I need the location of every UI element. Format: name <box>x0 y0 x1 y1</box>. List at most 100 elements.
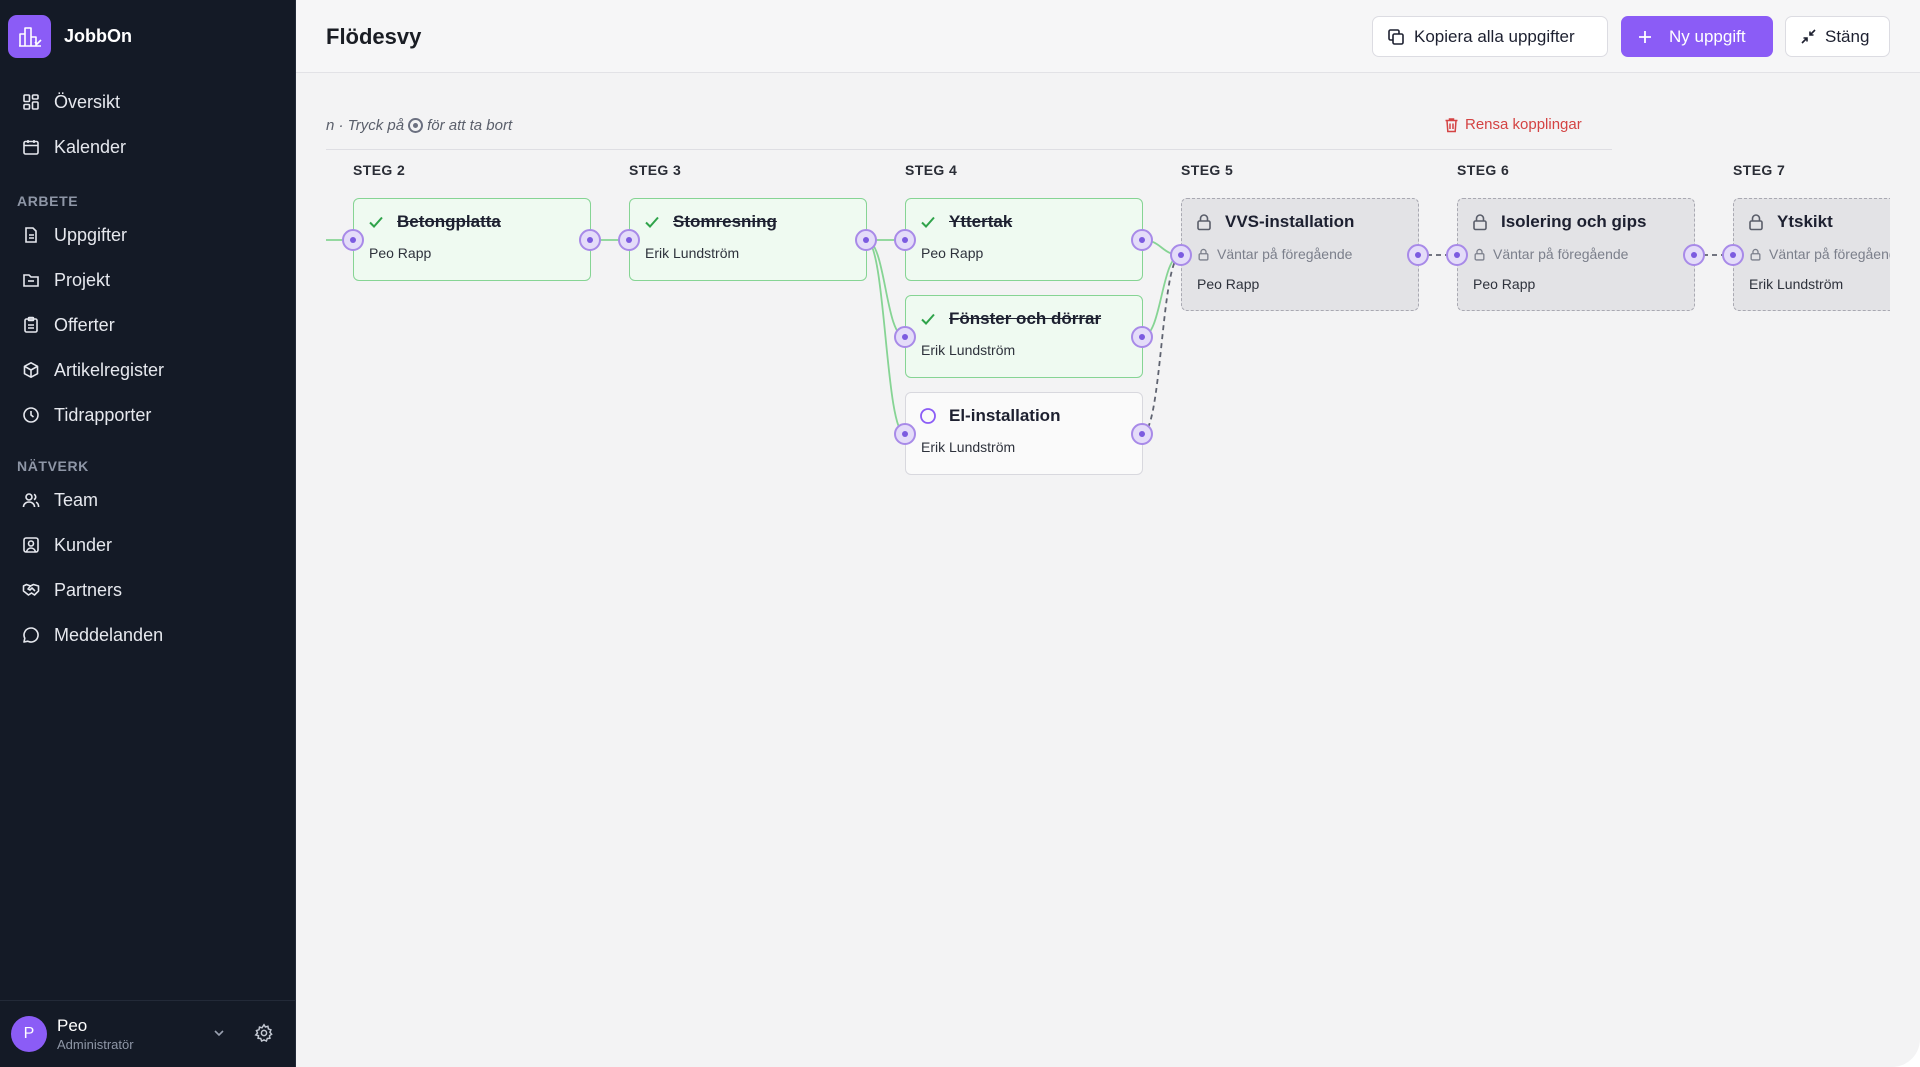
chevron-down-icon[interactable] <box>211 1025 227 1046</box>
box-icon <box>14 361 48 379</box>
connection-port-out[interactable] <box>1131 229 1153 251</box>
task-title: Betongplatta <box>367 212 501 232</box>
task-card[interactable]: Stomresning Erik Lundström <box>629 198 867 281</box>
sidebar-item-team[interactable]: Team <box>14 481 282 519</box>
sidebar-item-kalender[interactable]: Kalender <box>14 128 282 166</box>
sidebar-item-label: Team <box>54 489 99 510</box>
connection-port-out[interactable] <box>1131 423 1153 445</box>
task-title-text: El-installation <box>949 406 1061 425</box>
sidebar-item-kunder[interactable]: Kunder <box>14 526 282 564</box>
task-title-text: Ytskikt <box>1777 212 1833 231</box>
task-assignee: Erik Lundström <box>645 245 740 261</box>
lock-icon <box>1749 248 1762 261</box>
task-title: El-installation <box>919 406 1060 426</box>
grid-icon <box>14 93 48 111</box>
task-assignee: Peo Rapp <box>1473 276 1536 292</box>
task-title: Isolering och gips <box>1471 212 1646 232</box>
clipboard-icon <box>14 316 48 334</box>
lock-icon <box>1195 213 1215 231</box>
sidebar-item-label: Partners <box>54 579 123 600</box>
task-title: VVS-installation <box>1195 212 1354 232</box>
lock-icon <box>1747 213 1767 231</box>
handshake-icon <box>14 581 48 599</box>
task-title: Ytskikt <box>1747 212 1833 232</box>
connection-port-out[interactable] <box>1407 244 1429 266</box>
sidebar-item-artikelregister[interactable]: Artikelregister <box>14 351 282 389</box>
user-menu[interactable]: P Peo Administratör <box>0 1000 296 1067</box>
sidebar: JobbOn Översikt Kalender ARBETE Uppgifte… <box>0 0 296 1067</box>
connection-port-out[interactable] <box>1131 326 1153 348</box>
task-card[interactable]: VVS-installation Väntar på föregående Pe… <box>1181 198 1419 311</box>
section-heading-network: NÄTVERK <box>17 458 89 474</box>
sidebar-item-oversikt[interactable]: Översikt <box>14 83 282 121</box>
check-icon <box>919 310 939 328</box>
connection-port-out[interactable] <box>1683 244 1705 266</box>
task-card[interactable]: Yttertak Peo Rapp <box>905 198 1143 281</box>
task-title: Fönster och dörrar <box>919 309 1101 329</box>
task-card[interactable]: Fönster och dörrar Erik Lundström <box>905 295 1143 378</box>
sidebar-item-label: Uppgifter <box>54 224 128 245</box>
task-waiting-text: Väntar på föregående <box>1493 246 1629 262</box>
connection-port-in[interactable] <box>894 423 916 445</box>
sidebar-item-label: Kalender <box>54 136 127 157</box>
connection-port-in[interactable] <box>1722 244 1744 266</box>
clock-icon <box>14 406 48 424</box>
check-icon <box>919 213 939 231</box>
task-assignee: Erik Lundström <box>921 439 1016 455</box>
connection-port-in[interactable] <box>1170 244 1192 266</box>
task-title-text: Stomresning <box>673 212 777 231</box>
check-icon <box>643 213 663 231</box>
task-assignee: Erik Lundström <box>1749 276 1844 292</box>
app-name: JobbOn <box>64 25 132 46</box>
sidebar-item-label: Översikt <box>54 91 121 112</box>
connection-port-out[interactable] <box>855 229 877 251</box>
connector-line <box>1141 254 1182 338</box>
user-role: Administratör <box>57 1037 134 1052</box>
gear-icon[interactable] <box>254 1023 274 1048</box>
lock-icon <box>1471 213 1491 231</box>
task-card[interactable]: El-installation Erik Lundström <box>905 392 1143 475</box>
sidebar-item-partners[interactable]: Partners <box>14 571 282 609</box>
task-waiting: Väntar på föregående <box>1749 246 1890 262</box>
connection-port-in[interactable] <box>618 229 640 251</box>
message-icon <box>14 626 48 644</box>
flow-view: Flödesvy Kopiera alla uppgifter Ny uppgi… <box>296 0 1920 1067</box>
connection-port-in[interactable] <box>894 326 916 348</box>
task-title-text: VVS-installation <box>1225 212 1355 231</box>
app-window: JobbOn Översikt Kalender ARBETE Uppgifte… <box>0 0 1920 1067</box>
connection-port-in[interactable] <box>1446 244 1468 266</box>
sidebar-item-label: Tidrapporter <box>54 404 152 425</box>
brand[interactable]: JobbOn <box>8 14 132 58</box>
sidebar-item-tidrapporter[interactable]: Tidrapporter <box>14 396 282 434</box>
sidebar-item-offerter[interactable]: Offerter <box>14 306 282 344</box>
sidebar-item-meddelanden[interactable]: Meddelanden <box>14 616 282 654</box>
lock-icon <box>1197 248 1210 261</box>
contact-icon <box>14 536 48 554</box>
sidebar-item-label: Artikelregister <box>54 359 165 380</box>
task-title-text: Fönster och dörrar <box>949 309 1102 328</box>
task-waiting: Väntar på föregående <box>1197 246 1417 262</box>
task-waiting: Väntar på föregående <box>1473 246 1693 262</box>
sidebar-item-label: Projekt <box>54 269 111 290</box>
task-card[interactable]: Betongplatta Peo Rapp <box>353 198 591 281</box>
avatar: P <box>11 1016 47 1052</box>
circle-icon <box>919 407 939 425</box>
connector-line <box>865 239 906 338</box>
app-logo-icon <box>8 14 51 58</box>
users-icon <box>14 491 48 509</box>
task-title-text: Betongplatta <box>397 212 501 231</box>
connection-port-out[interactable] <box>579 229 601 251</box>
folder-icon <box>14 271 48 289</box>
task-card[interactable]: Isolering och gips Väntar på föregående … <box>1457 198 1695 311</box>
sidebar-item-uppgifter[interactable]: Uppgifter <box>14 216 282 254</box>
check-icon <box>367 213 387 231</box>
task-card[interactable]: Ytskikt Väntar på föregående Erik Lundst… <box>1733 198 1890 311</box>
document-icon <box>14 226 48 244</box>
connection-port-in[interactable] <box>894 229 916 251</box>
connection-port-in[interactable] <box>342 229 364 251</box>
sidebar-item-label: Kunder <box>54 534 113 555</box>
task-title: Stomresning <box>643 212 777 232</box>
sidebar-item-projekt[interactable]: Projekt <box>14 261 282 299</box>
task-waiting-text: Väntar på föregående <box>1217 246 1353 262</box>
task-assignee: Erik Lundström <box>921 342 1016 358</box>
